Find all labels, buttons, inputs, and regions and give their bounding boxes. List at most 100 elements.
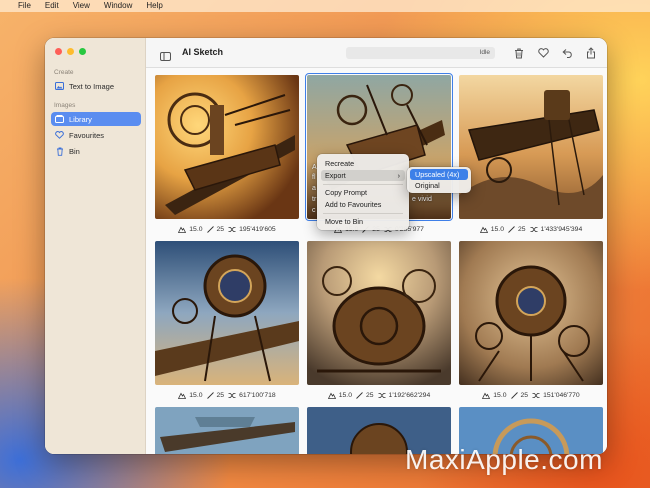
share-icon (587, 47, 595, 59)
sidebar-item-library[interactable]: Library (51, 112, 141, 126)
watermark-logo: MaxiApple.com (405, 444, 603, 475)
seed-value: 1'433'945'394 (530, 226, 582, 233)
prompt-overlay-fragment: fl (312, 174, 316, 181)
scale-icon (327, 392, 336, 399)
submenu-item-upscaled[interactable]: Upscaled (4x) (410, 169, 468, 180)
thumbnail-image[interactable] (155, 75, 299, 219)
scale-icon (479, 226, 488, 233)
image-card[interactable] (155, 407, 299, 454)
wand-icon (206, 225, 214, 233)
menu-item-move-to-bin[interactable]: Move to Bin (321, 216, 405, 227)
context-menu: Recreate Export › Copy Prompt Add to Fav… (317, 154, 409, 230)
steps-count: 25 (206, 225, 224, 233)
image-icon (55, 82, 64, 91)
minimize-window-button[interactable] (67, 48, 74, 55)
prompt-overlay-fragment: e vivid (412, 196, 432, 203)
sidebar-toggle-icon (160, 52, 171, 61)
shuffle-icon (228, 226, 236, 232)
library-icon (55, 115, 64, 124)
sidebar-item-text-to-image[interactable]: Text to Image (51, 79, 141, 93)
menu-view[interactable]: View (73, 0, 90, 12)
sidebar-toggle-button[interactable] (160, 48, 171, 61)
image-card[interactable]: 15.0 25 617'100'718 (155, 241, 299, 399)
shuffle-icon (530, 226, 538, 232)
wand-icon (206, 391, 214, 399)
delete-button[interactable] (513, 47, 525, 59)
status-text: Idle (479, 49, 490, 56)
image-meta: 15.0 25 195'419'605 (155, 223, 299, 235)
image-meta: 15.0 25 617'100'718 (155, 389, 299, 401)
shuffle-icon (228, 392, 236, 398)
sidebar-item-label: Bin (69, 146, 80, 156)
undo-button[interactable] (561, 47, 573, 59)
image-card[interactable]: 15.0 25 1'433'945'394 (459, 75, 603, 233)
undo-icon (561, 49, 572, 58)
menu-item-export[interactable]: Export › (321, 170, 405, 181)
trash-icon (55, 147, 64, 156)
seed-value: 151'046'770 (532, 392, 580, 399)
thumbnail-image[interactable] (155, 241, 299, 385)
close-window-button[interactable] (55, 48, 62, 55)
image-card[interactable]: 15.0 25 195'419'605 (155, 75, 299, 233)
guidance-scale: 15.0 (479, 226, 504, 233)
guidance-scale: 15.0 (327, 392, 352, 399)
heart-icon (55, 131, 64, 140)
thumbnail-image[interactable] (155, 407, 299, 454)
image-meta: 15.0 25 1'433'945'394 (459, 223, 603, 235)
seed-value: 195'419'605 (228, 226, 276, 233)
guidance-scale: 15.0 (178, 226, 203, 233)
menu-separator (323, 184, 403, 185)
menu-file[interactable]: File (18, 0, 31, 12)
shuffle-icon (378, 392, 386, 398)
shuffle-icon (532, 392, 540, 398)
app-title: AI Sketch (182, 47, 224, 57)
section-label-create: Create (54, 69, 74, 76)
image-grid: 15.0 25 195'419'605 15.0 25 (146, 68, 607, 454)
menu-item-add-to-favourites[interactable]: Add to Favourites (321, 199, 405, 210)
submenu-item-original[interactable]: Original (410, 180, 468, 191)
share-button[interactable] (585, 47, 597, 59)
section-label-images: Images (54, 102, 76, 109)
status-field: Idle (346, 47, 495, 59)
scale-icon (482, 392, 491, 399)
seed-value: 1'192'662'294 (378, 392, 430, 399)
steps-count: 25 (356, 392, 374, 399)
wand-icon (356, 391, 363, 399)
menu-item-recreate[interactable]: Recreate (321, 158, 405, 169)
thumbnail-image[interactable] (459, 241, 603, 385)
window-controls (55, 48, 86, 55)
sidebar-item-label: Text to Image (69, 81, 115, 91)
steps-count: 25 (510, 391, 528, 399)
prompt-overlay-fragment: tr (312, 196, 317, 203)
menu-help[interactable]: Help (146, 0, 162, 12)
scale-icon (178, 226, 187, 233)
image-meta: 15.0 25 1'192'662'294 (307, 389, 451, 401)
prompt-overlay-fragment: a (312, 185, 316, 192)
wand-icon (508, 225, 515, 233)
sidebar-item-bin[interactable]: Bin (51, 144, 141, 158)
app-window: Create Text to Image Images Library Favo… (45, 38, 607, 454)
prompt-overlay-fragment: A (312, 164, 317, 171)
thumbnail-image[interactable] (459, 75, 603, 219)
sidebar-item-label: Favourites (69, 130, 105, 140)
image-meta: 15.0 25 151'046'770 (459, 389, 603, 401)
menu-window[interactable]: Window (104, 0, 132, 12)
guidance-scale: 15.0 (482, 392, 507, 399)
heart-icon (537, 48, 549, 58)
trash-icon (515, 48, 523, 58)
wand-icon (510, 391, 518, 399)
menu-item-copy-prompt[interactable]: Copy Prompt (321, 187, 405, 198)
zoom-window-button[interactable] (79, 48, 86, 55)
toolbar: AI Sketch Idle (146, 38, 607, 68)
image-card[interactable]: 15.0 25 1'192'662'294 (307, 241, 451, 399)
steps-count: 25 (206, 391, 224, 399)
menu-bar: File Edit View Window Help (0, 0, 650, 12)
seed-value: 617'100'718 (228, 392, 276, 399)
menu-edit[interactable]: Edit (45, 0, 59, 12)
menu-separator (323, 213, 403, 214)
favourite-button[interactable] (537, 47, 549, 59)
sidebar-item-favourites[interactable]: Favourites (51, 128, 141, 142)
thumbnail-image[interactable] (307, 241, 451, 385)
prompt-overlay-fragment: c (312, 207, 316, 214)
image-card[interactable]: 15.0 25 151'046'770 (459, 241, 603, 399)
